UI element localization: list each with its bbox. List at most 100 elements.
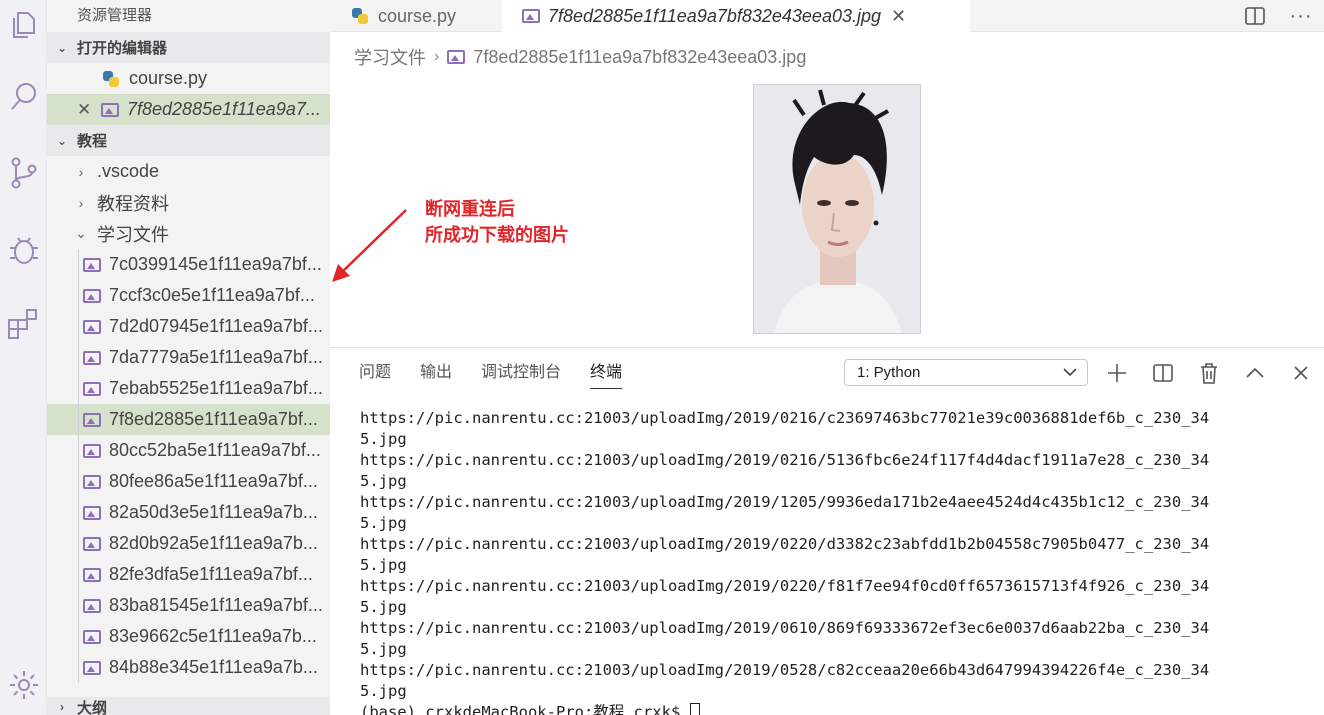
chevron-right-icon: › bbox=[60, 700, 64, 714]
open-editor-image[interactable]: ✕ 7f8ed2885e1f11ea9a7... bbox=[47, 94, 330, 125]
terminal-line: 5.jpg bbox=[360, 640, 407, 658]
file-item[interactable]: 84b88e345e1f11ea9a7b... bbox=[47, 652, 330, 683]
search-icon[interactable] bbox=[0, 72, 47, 122]
tab-terminal[interactable]: 终端 bbox=[590, 348, 623, 398]
breadcrumb-file[interactable]: 7f8ed2885e1f11ea9a7bf832e43eea03.jpg bbox=[473, 47, 806, 68]
open-editors-header[interactable]: ⌄ 打开的编辑器 bbox=[47, 32, 330, 63]
trash-icon[interactable] bbox=[1186, 348, 1232, 398]
source-control-icon[interactable] bbox=[0, 148, 47, 198]
file-item[interactable]: 7ebab5525e1f11ea9a7bf... bbox=[47, 373, 330, 404]
folder-study-files[interactable]: ⌄ 学习文件 bbox=[47, 218, 330, 249]
python-file-icon bbox=[103, 70, 119, 87]
tab-debug-console[interactable]: 调试控制台 bbox=[481, 348, 561, 398]
terminal-line: https://pic.nanrentu.cc:21003/uploadImg/… bbox=[360, 493, 1210, 511]
gear-icon[interactable] bbox=[0, 660, 47, 710]
file-item[interactable]: 7f8ed2885e1f11ea9a7bf... bbox=[47, 404, 330, 435]
image-file-icon bbox=[83, 381, 101, 396]
image-file-icon bbox=[83, 629, 101, 644]
file-item[interactable]: 7d2d07945e1f11ea9a7bf... bbox=[47, 311, 330, 342]
image-file-icon bbox=[83, 660, 101, 675]
terminal-line: 5.jpg bbox=[360, 430, 407, 448]
file-label: 83e9662c5e1f11ea9a7b... bbox=[109, 626, 317, 646]
editor-actions: ··· bbox=[1232, 0, 1324, 32]
tab-course-py[interactable]: course.py bbox=[330, 0, 502, 32]
file-label: 7ccf3c0e5e1f11ea9a7bf... bbox=[109, 285, 315, 305]
image-file-icon bbox=[83, 567, 101, 582]
annotation-line: 所成功下载的图片 bbox=[425, 225, 569, 245]
debug-icon[interactable] bbox=[0, 224, 47, 274]
file-item[interactable]: 82d0b92a5e1f11ea9a7b... bbox=[47, 528, 330, 559]
chevron-down-icon: ⌄ bbox=[56, 40, 68, 55]
workspace-label: 教程 bbox=[77, 133, 108, 150]
file-item[interactable]: 7ccf3c0e5e1f11ea9a7bf... bbox=[47, 280, 330, 311]
tab-output[interactable]: 输出 bbox=[420, 348, 452, 398]
image-file-icon bbox=[101, 102, 119, 117]
file-item[interactable]: 7da7779a5e1f11ea9a7bf... bbox=[47, 342, 330, 373]
split-terminal-icon[interactable] bbox=[1140, 348, 1186, 398]
extensions-icon[interactable] bbox=[0, 298, 47, 348]
portrait-image bbox=[754, 85, 920, 333]
file-item[interactable]: 80fee86a5e1f11ea9a7bf... bbox=[47, 466, 330, 497]
file-item[interactable]: 82fe3dfa5e1f11ea9a7bf... bbox=[47, 559, 330, 590]
tab-problems[interactable]: 问题 bbox=[359, 348, 391, 398]
folder-vscode[interactable]: › .vscode bbox=[47, 156, 330, 187]
image-preview bbox=[753, 84, 921, 334]
image-file-icon bbox=[83, 412, 101, 427]
sidebar-title: 资源管理器 bbox=[77, 7, 153, 24]
chevron-right-icon: › bbox=[78, 194, 84, 211]
terminal-select-value: 1: Python bbox=[857, 364, 921, 381]
terminal-line: https://pic.nanrentu.cc:21003/uploadImg/… bbox=[360, 619, 1210, 637]
folder-tutorial-materials[interactable]: › 教程资料 bbox=[47, 187, 330, 218]
panel-tabs: 问题 输出 调试控制台 终端 bbox=[359, 348, 651, 398]
more-actions-icon[interactable]: ··· bbox=[1278, 5, 1324, 28]
terminal-line: 5.jpg bbox=[360, 598, 407, 616]
panel-actions bbox=[1094, 348, 1324, 398]
close-icon[interactable]: ✕ bbox=[77, 100, 101, 120]
image-file-icon bbox=[83, 350, 101, 365]
folder-label: 教程资料 bbox=[97, 193, 169, 214]
terminal-cursor bbox=[689, 703, 700, 715]
tab-image[interactable]: 7f8ed2885e1f11ea9a7bf832e43eea03.jpg ✕ bbox=[502, 0, 970, 32]
file-item[interactable]: 83e9662c5e1f11ea9a7b... bbox=[47, 621, 330, 652]
image-file-icon bbox=[83, 505, 101, 520]
file-label: 83ba81545e1f11ea9a7bf... bbox=[109, 595, 323, 615]
file-label: 84b88e345e1f11ea9a7b... bbox=[109, 657, 318, 677]
chevron-up-icon[interactable] bbox=[1232, 348, 1278, 398]
terminal-line: 5.jpg bbox=[360, 556, 407, 574]
terminal-line: https://pic.nanrentu.cc:21003/uploadImg/… bbox=[360, 661, 1210, 679]
files-icon[interactable] bbox=[0, 0, 47, 50]
file-item[interactable]: 7c0399145e1f11ea9a7bf... bbox=[47, 249, 330, 280]
image-file-icon bbox=[83, 319, 101, 334]
terminal-line: 5.jpg bbox=[360, 682, 407, 700]
breadcrumb: 学习文件 › 7f8ed2885e1f11ea9a7bf832e43eea03.… bbox=[354, 44, 806, 70]
terminal-line: https://pic.nanrentu.cc:21003/uploadImg/… bbox=[360, 409, 1210, 427]
image-file-icon bbox=[83, 598, 101, 613]
close-icon[interactable]: ✕ bbox=[891, 6, 906, 27]
open-editor-label: course.py bbox=[129, 68, 208, 88]
image-file-icon bbox=[83, 288, 101, 303]
image-file-icon bbox=[447, 50, 466, 64]
activity-bar bbox=[0, 0, 47, 715]
terminal-output[interactable]: https://pic.nanrentu.cc:21003/uploadImg/… bbox=[360, 408, 1320, 715]
file-label: 82d0b92a5e1f11ea9a7b... bbox=[109, 533, 318, 553]
file-label: 82fe3dfa5e1f11ea9a7bf... bbox=[109, 564, 313, 584]
bottom-panel: 问题 输出 调试控制台 终端 1: Python https://pic.nan… bbox=[330, 347, 1324, 715]
open-editor-course-py[interactable]: course.py bbox=[47, 63, 330, 94]
terminal-select[interactable]: 1: Python bbox=[844, 359, 1088, 386]
outline-header[interactable]: › 大纲 bbox=[47, 697, 330, 715]
folder-label: 学习文件 bbox=[97, 224, 169, 245]
split-editor-icon[interactable] bbox=[1232, 6, 1278, 26]
close-icon[interactable] bbox=[1278, 348, 1324, 398]
file-label: 80fee86a5e1f11ea9a7bf... bbox=[109, 471, 318, 491]
breadcrumb-folder[interactable]: 学习文件 bbox=[354, 44, 426, 70]
file-item[interactable]: 82a50d3e5e1f11ea9a7b... bbox=[47, 497, 330, 528]
annotation-text: 断网重连后 所成功下载的图片 bbox=[425, 196, 569, 248]
new-terminal-icon[interactable] bbox=[1094, 348, 1140, 398]
file-item[interactable]: 80cc52ba5e1f11ea9a7bf... bbox=[47, 435, 330, 466]
terminal-line: 5.jpg bbox=[360, 472, 407, 490]
file-item[interactable]: 83ba81545e1f11ea9a7bf... bbox=[47, 590, 330, 621]
folder-label: .vscode bbox=[97, 161, 160, 181]
open-editors-label: 打开的编辑器 bbox=[77, 40, 168, 57]
workspace-header[interactable]: ⌄ 教程 bbox=[47, 125, 330, 156]
image-file-icon bbox=[83, 257, 101, 272]
